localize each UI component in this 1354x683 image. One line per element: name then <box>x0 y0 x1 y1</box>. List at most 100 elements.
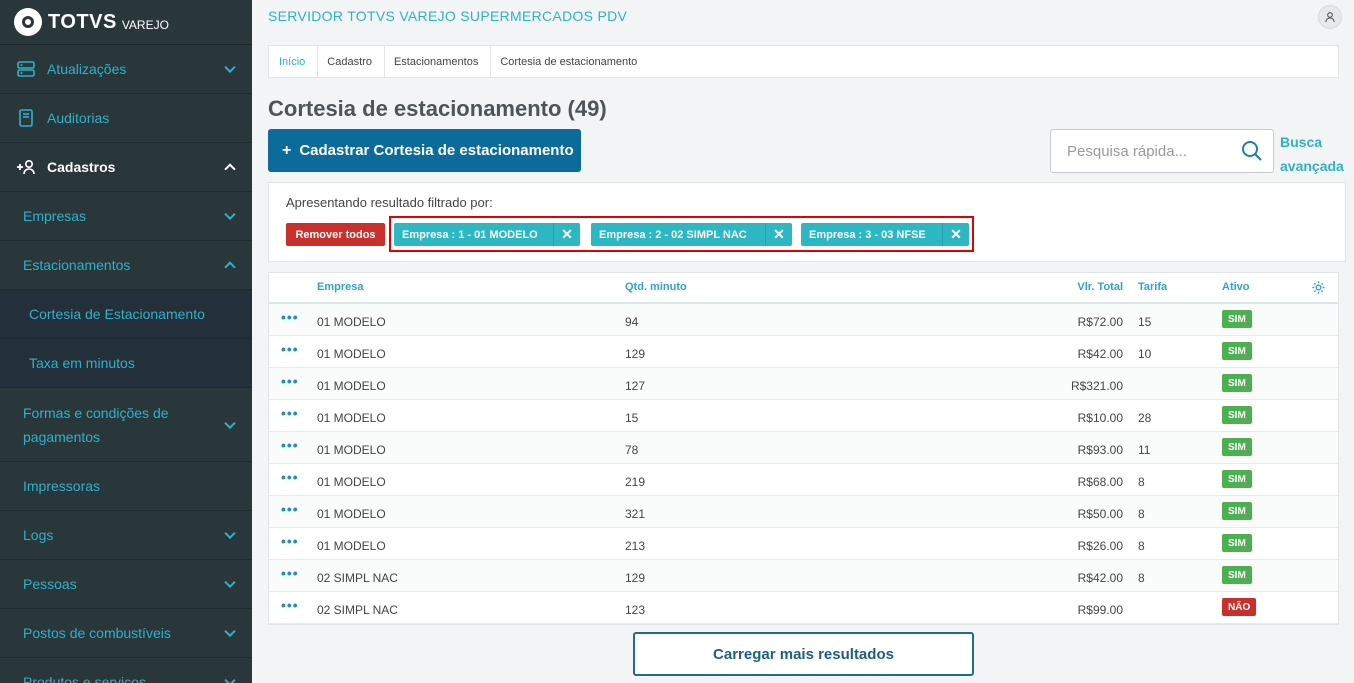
user-icon <box>1325 12 1335 23</box>
page-title: Cortesia de estacionamento (49) <box>268 96 607 121</box>
sidebar-item-empresas[interactable]: Empresas <box>0 192 252 241</box>
table-row[interactable]: ••• 01 MODELO 78 R$93.00 11 SIM <box>269 432 1338 464</box>
breadcrumb-estacionamentos[interactable]: Estacionamentos <box>384 46 492 77</box>
sidebar-item-logs[interactable]: Logs <box>0 511 252 560</box>
row-menu-icon[interactable]: ••• <box>281 533 299 549</box>
sidebar-item-auditorias[interactable]: Auditorias <box>0 94 252 143</box>
column-tarifa[interactable]: Tarifa <box>1138 281 1167 293</box>
cell-tarifa: 15 <box>1138 315 1152 329</box>
row-menu-icon[interactable]: ••• <box>281 469 299 485</box>
cell-empresa: 01 MODELO <box>317 443 386 457</box>
sidebar-item-label: Impressoras <box>23 478 101 494</box>
advanced-search-line1: Busca <box>1280 134 1323 150</box>
search-icon[interactable] <box>1241 140 1263 162</box>
remove-all-filters-button[interactable]: Remover todos <box>286 223 385 246</box>
breadcrumb-cadastro[interactable]: Cadastro <box>317 46 385 77</box>
table-row[interactable]: ••• 01 MODELO 219 R$68.00 8 SIM <box>269 464 1338 496</box>
chevron-up-icon <box>224 163 236 175</box>
status-badge: SIM <box>1222 502 1252 520</box>
table-row[interactable]: ••• 02 SIMPL NAC 129 R$42.00 8 SIM <box>269 560 1338 592</box>
brand-sub: VAREJO <box>121 17 169 32</box>
brand-name: TOTVS <box>48 10 117 33</box>
sidebar-item-postos[interactable]: Postos de combustíveis <box>0 609 252 658</box>
sidebar-item-label: Atualizações <box>47 61 127 77</box>
cell-empresa: 01 MODELO <box>317 379 386 393</box>
sidebar-item-cadastros[interactable]: Cadastros <box>0 143 252 192</box>
cell-tarifa: 8 <box>1138 507 1145 521</box>
filter-chip-label: Empresa : 3 - 03 NFSE <box>809 228 926 241</box>
column-empresa[interactable]: Empresa <box>317 281 363 293</box>
row-menu-icon[interactable]: ••• <box>281 405 299 421</box>
row-menu-icon[interactable]: ••• <box>281 309 299 325</box>
filter-chip-label: Empresa : 1 - 01 MODELO <box>402 228 538 241</box>
cell-tarifa: 8 <box>1138 539 1145 553</box>
sidebar-item-taxa-minutos[interactable]: Taxa em minutos <box>0 339 252 388</box>
sidebar-item-atualizacoes[interactable]: Atualizações <box>0 45 252 94</box>
user-menu-button[interactable] <box>1318 5 1342 29</box>
logo[interactable]: TOTVS VAREJO <box>0 0 252 45</box>
table-body: ••• 01 MODELO 94 R$72.00 15 SIM ••• 01 MODELO 12… <box>269 304 1338 624</box>
row-menu-icon[interactable]: ••• <box>281 565 299 581</box>
sidebar-item-impressoras[interactable]: Impressoras <box>0 462 252 511</box>
sidebar-item-produtos[interactable]: Produtos e serviços <box>0 658 252 683</box>
cell-vlr-total: R$26.00 <box>1077 539 1123 553</box>
table-row[interactable]: ••• 01 MODELO 129 R$42.00 10 SIM <box>269 336 1338 368</box>
table-row[interactable]: ••• 01 MODELO 15 R$10.00 28 SIM <box>269 400 1338 432</box>
advanced-search-line2: avançada <box>1280 158 1344 174</box>
cell-tarifa: 11 <box>1138 443 1151 457</box>
cell-qtd-minuto: 129 <box>625 571 646 585</box>
add-user-icon <box>16 157 36 177</box>
sidebar-item-formas-pagamento[interactable]: Formas e condições de pagamentos <box>0 388 252 462</box>
status-badge: SIM <box>1222 470 1252 488</box>
cell-tarifa: 8 <box>1138 475 1145 489</box>
cell-qtd-minuto: 127 <box>625 379 646 393</box>
column-qtd-minuto[interactable]: Qtd. minuto <box>625 281 687 293</box>
filter-chip-empresa-2: Empresa : 2 - 02 SIMPL NAC ✕ <box>591 223 792 246</box>
row-menu-icon[interactable]: ••• <box>281 501 299 517</box>
row-menu-icon[interactable]: ••• <box>281 373 299 389</box>
sidebar-item-label: Auditorias <box>47 110 110 126</box>
cell-qtd-minuto: 123 <box>625 603 646 617</box>
sidebar-item-cortesia[interactable]: Cortesia de Estacionamento <box>0 290 252 339</box>
close-icon[interactable]: ✕ <box>765 223 792 246</box>
cell-empresa: 01 MODELO <box>317 315 386 329</box>
sidebar-item-pessoas[interactable]: Pessoas <box>0 560 252 609</box>
column-vlr-total[interactable]: Vlr. Total <box>1077 281 1123 293</box>
row-menu-icon[interactable]: ••• <box>281 437 299 453</box>
cell-qtd-minuto: 321 <box>625 507 646 521</box>
cell-empresa: 01 MODELO <box>317 539 386 553</box>
close-icon[interactable]: ✕ <box>942 223 969 246</box>
row-menu-icon[interactable]: ••• <box>281 341 299 357</box>
cell-qtd-minuto: 213 <box>625 539 646 553</box>
gear-icon[interactable] <box>1311 280 1326 295</box>
column-ativo[interactable]: Ativo <box>1222 281 1250 293</box>
add-cortesia-button[interactable]: + Cadastrar Cortesia de estacionamento <box>268 129 581 172</box>
breadcrumb: Início Cadastro Estacionamentos Cortesia… <box>268 45 1339 78</box>
cell-vlr-total: R$42.00 <box>1077 347 1123 361</box>
filter-chip-empresa-1: Empresa : 1 - 01 MODELO ✕ <box>394 223 580 246</box>
table-row[interactable]: ••• 02 SIMPL NAC 123 R$99.00 NÃO <box>269 592 1338 624</box>
table-row[interactable]: ••• 01 MODELO 94 R$72.00 15 SIM <box>269 304 1338 336</box>
table-header: Empresa Qtd. minuto Vlr. Total Tarifa At… <box>269 273 1338 304</box>
table-row[interactable]: ••• 01 MODELO 213 R$26.00 8 SIM <box>269 528 1338 560</box>
status-badge: SIM <box>1222 566 1252 584</box>
table-row[interactable]: ••• 01 MODELO 321 R$50.00 8 SIM <box>269 496 1338 528</box>
quick-search <box>1050 129 1274 173</box>
cell-empresa: 02 SIMPL NAC <box>317 571 398 585</box>
cell-vlr-total: R$93.00 <box>1077 443 1123 457</box>
row-menu-icon[interactable]: ••• <box>281 597 299 613</box>
sidebar-item-estacionamentos[interactable]: Estacionamentos <box>0 241 252 290</box>
cell-tarifa: 10 <box>1138 347 1152 361</box>
advanced-search-link[interactable]: Busca avançada <box>1280 130 1344 178</box>
status-badge: SIM <box>1222 438 1252 456</box>
cell-vlr-total: R$50.00 <box>1077 507 1123 521</box>
breadcrumb-inicio[interactable]: Início <box>269 46 319 77</box>
search-input[interactable] <box>1067 142 1227 160</box>
close-icon[interactable]: ✕ <box>553 223 580 246</box>
status-badge: NÃO <box>1222 598 1257 616</box>
cell-vlr-total: R$99.00 <box>1077 603 1123 617</box>
load-more-button[interactable]: Carregar mais resultados <box>633 632 974 676</box>
cell-vlr-total: R$42.00 <box>1077 571 1123 585</box>
table-row[interactable]: ••• 01 MODELO 127 R$321.00 SIM <box>269 368 1338 400</box>
chevron-down-icon <box>224 527 236 540</box>
